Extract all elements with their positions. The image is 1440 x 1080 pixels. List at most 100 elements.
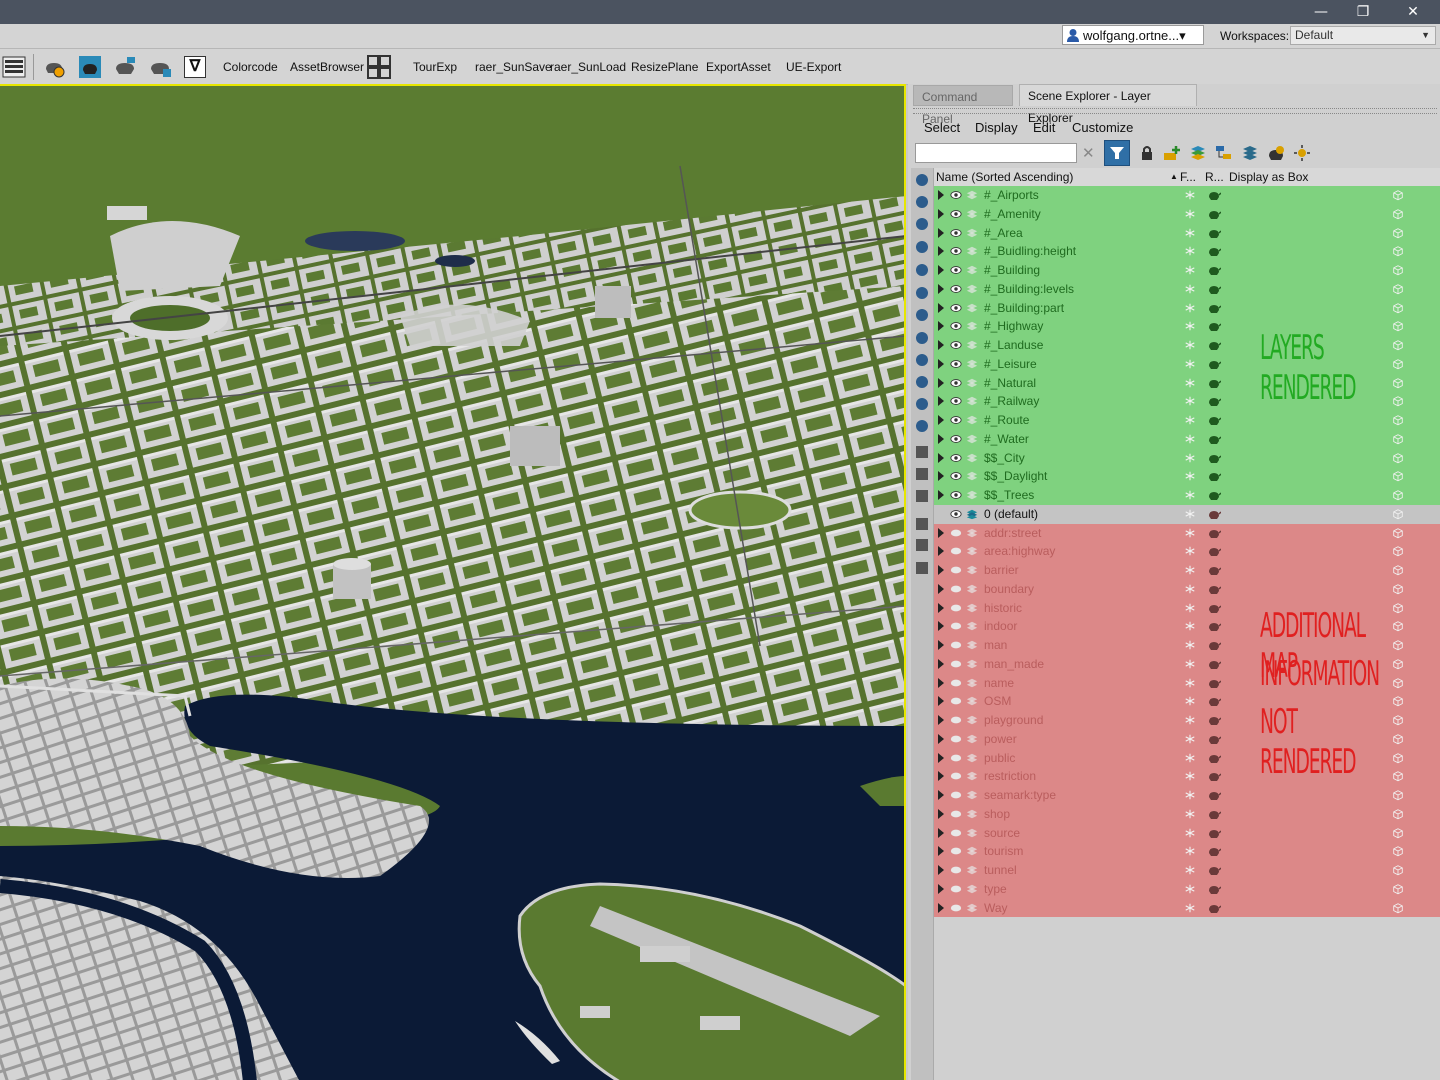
display-as-box-icon[interactable] [1392,677,1404,689]
renderable-teapot-icon[interactable] [1207,808,1221,820]
expand-arrow-icon[interactable] [938,733,944,744]
list-none-icon[interactable] [914,466,930,482]
renderable-teapot-icon[interactable] [1207,864,1221,876]
toolbar-colorcode[interactable]: Colorcode [223,60,278,74]
layer-row[interactable]: source [934,823,1440,843]
layer-icon[interactable] [966,283,978,295]
display-as-box-icon[interactable] [1392,902,1404,914]
eye-icon[interactable] [950,189,962,201]
hidden-filter-icon[interactable] [914,418,930,434]
renderable-teapot-icon[interactable] [1207,470,1221,482]
freeze-icon[interactable] [1184,677,1196,689]
expand-arrow-icon[interactable] [938,321,944,332]
freeze-icon[interactable] [1184,902,1196,914]
layer-row[interactable]: seamark:type [934,786,1440,805]
expand-arrow-icon[interactable] [938,790,944,800]
layer-row[interactable]: public [934,748,1440,768]
display-as-box-icon[interactable] [1392,845,1404,857]
layer-icon[interactable] [966,752,978,764]
eye-icon[interactable] [950,452,962,464]
eye-icon[interactable] [950,883,962,895]
restore-button[interactable]: ❐ [1340,0,1386,24]
renderable-teapot-icon[interactable] [1207,358,1221,370]
expand-arrow-icon[interactable] [938,358,944,369]
render-active-icon[interactable] [148,55,172,79]
layer-icon[interactable] [966,452,978,464]
freeze-icon[interactable] [1184,789,1196,801]
minimize-button[interactable]: — [1298,0,1344,24]
freeze-icon[interactable] [1184,545,1196,557]
expand-arrow-icon[interactable] [938,227,944,238]
freeze-icon[interactable] [1184,208,1196,220]
expand-arrow-icon[interactable] [938,621,944,632]
layer-icon[interactable] [966,827,978,839]
cameras-filter-icon[interactable] [914,239,930,255]
renderable-teapot-icon[interactable] [1207,845,1221,857]
geometry-filter-icon[interactable] [914,172,930,188]
expand-arrow-icon[interactable] [938,883,944,894]
dock-grip[interactable] [913,108,1437,114]
eye-icon[interactable] [950,489,962,501]
display-as-box-icon[interactable] [1392,733,1404,745]
eye-icon[interactable] [950,827,962,839]
renderable-teapot-icon[interactable] [1207,620,1221,632]
renderable-teapot-icon[interactable] [1207,414,1221,426]
layer-row[interactable]: area:highway [934,542,1440,561]
freeze-icon[interactable] [1184,864,1196,876]
layer-icon[interactable] [966,189,978,201]
renderable-teapot-icon[interactable] [1207,789,1221,801]
expand-arrow-icon[interactable] [938,602,944,613]
eye-icon[interactable] [950,377,962,389]
display-as-box-icon[interactable] [1392,395,1404,407]
renderable-teapot-icon[interactable] [1207,658,1221,670]
layer-row[interactable]: #_Landuse [934,336,1440,355]
eye-icon[interactable] [950,770,962,782]
expand-arrow-icon[interactable] [938,846,944,857]
filter-toggle-icon[interactable]: ∇ [184,56,206,78]
eye-icon[interactable] [950,845,962,857]
expand-arrow-icon[interactable] [938,527,944,538]
layer-icon[interactable] [966,677,978,689]
freeze-icon[interactable] [1184,264,1196,276]
hierarchy-icon[interactable] [1215,144,1233,162]
display-as-box-icon[interactable] [1392,489,1404,501]
display-as-box-icon[interactable] [1392,752,1404,764]
layers-stack-icon[interactable] [1189,144,1207,162]
freeze-icon[interactable] [1184,808,1196,820]
renderable-teapot-icon[interactable] [1207,602,1221,614]
display-as-box-icon[interactable] [1392,452,1404,464]
expand-arrow-icon[interactable] [938,640,944,650]
renderable-teapot-icon[interactable] [1207,489,1221,501]
eye-icon[interactable] [950,620,962,632]
helpers-filter-icon[interactable] [914,262,930,278]
expand-arrow-icon[interactable] [938,865,944,875]
eye-icon[interactable] [950,545,962,557]
display-as-box-icon[interactable] [1392,245,1404,257]
display-as-box-icon[interactable] [1392,433,1404,445]
freeze-icon[interactable] [1184,695,1196,707]
display-as-box-icon[interactable] [1392,583,1404,595]
freeze-icon[interactable] [1184,583,1196,595]
toolbar-exportasset[interactable]: ExportAsset [706,60,771,74]
column-name[interactable]: Name (Sorted Ascending) [936,168,1073,186]
display-as-box-icon[interactable] [1392,302,1404,314]
layer-manager-icon[interactable] [1241,144,1259,162]
layer-row[interactable]: Way [934,898,1440,918]
layer-icon[interactable] [966,227,978,239]
layer-row[interactable]: #_Airports [934,186,1440,205]
column-renderable[interactable]: R... [1205,168,1224,186]
freeze-icon[interactable] [1184,564,1196,576]
toolbar-sunsave[interactable]: raer_SunSave [475,60,552,74]
display-as-box-icon[interactable] [1392,545,1404,557]
layer-row[interactable]: 0 (default) [934,504,1440,524]
display-as-box-icon[interactable] [1392,414,1404,426]
expand-arrow-icon[interactable] [938,658,944,669]
eye-icon[interactable] [950,302,962,314]
layer-icon[interactable] [966,883,978,895]
list-invert-icon[interactable] [914,488,930,504]
renderable-teapot-icon[interactable] [1207,583,1221,595]
renderable-teapot-icon[interactable] [1207,227,1221,239]
renderable-teapot-icon[interactable] [1207,770,1221,782]
list-all-icon[interactable] [914,444,930,460]
layer-icon[interactable] [966,320,978,332]
